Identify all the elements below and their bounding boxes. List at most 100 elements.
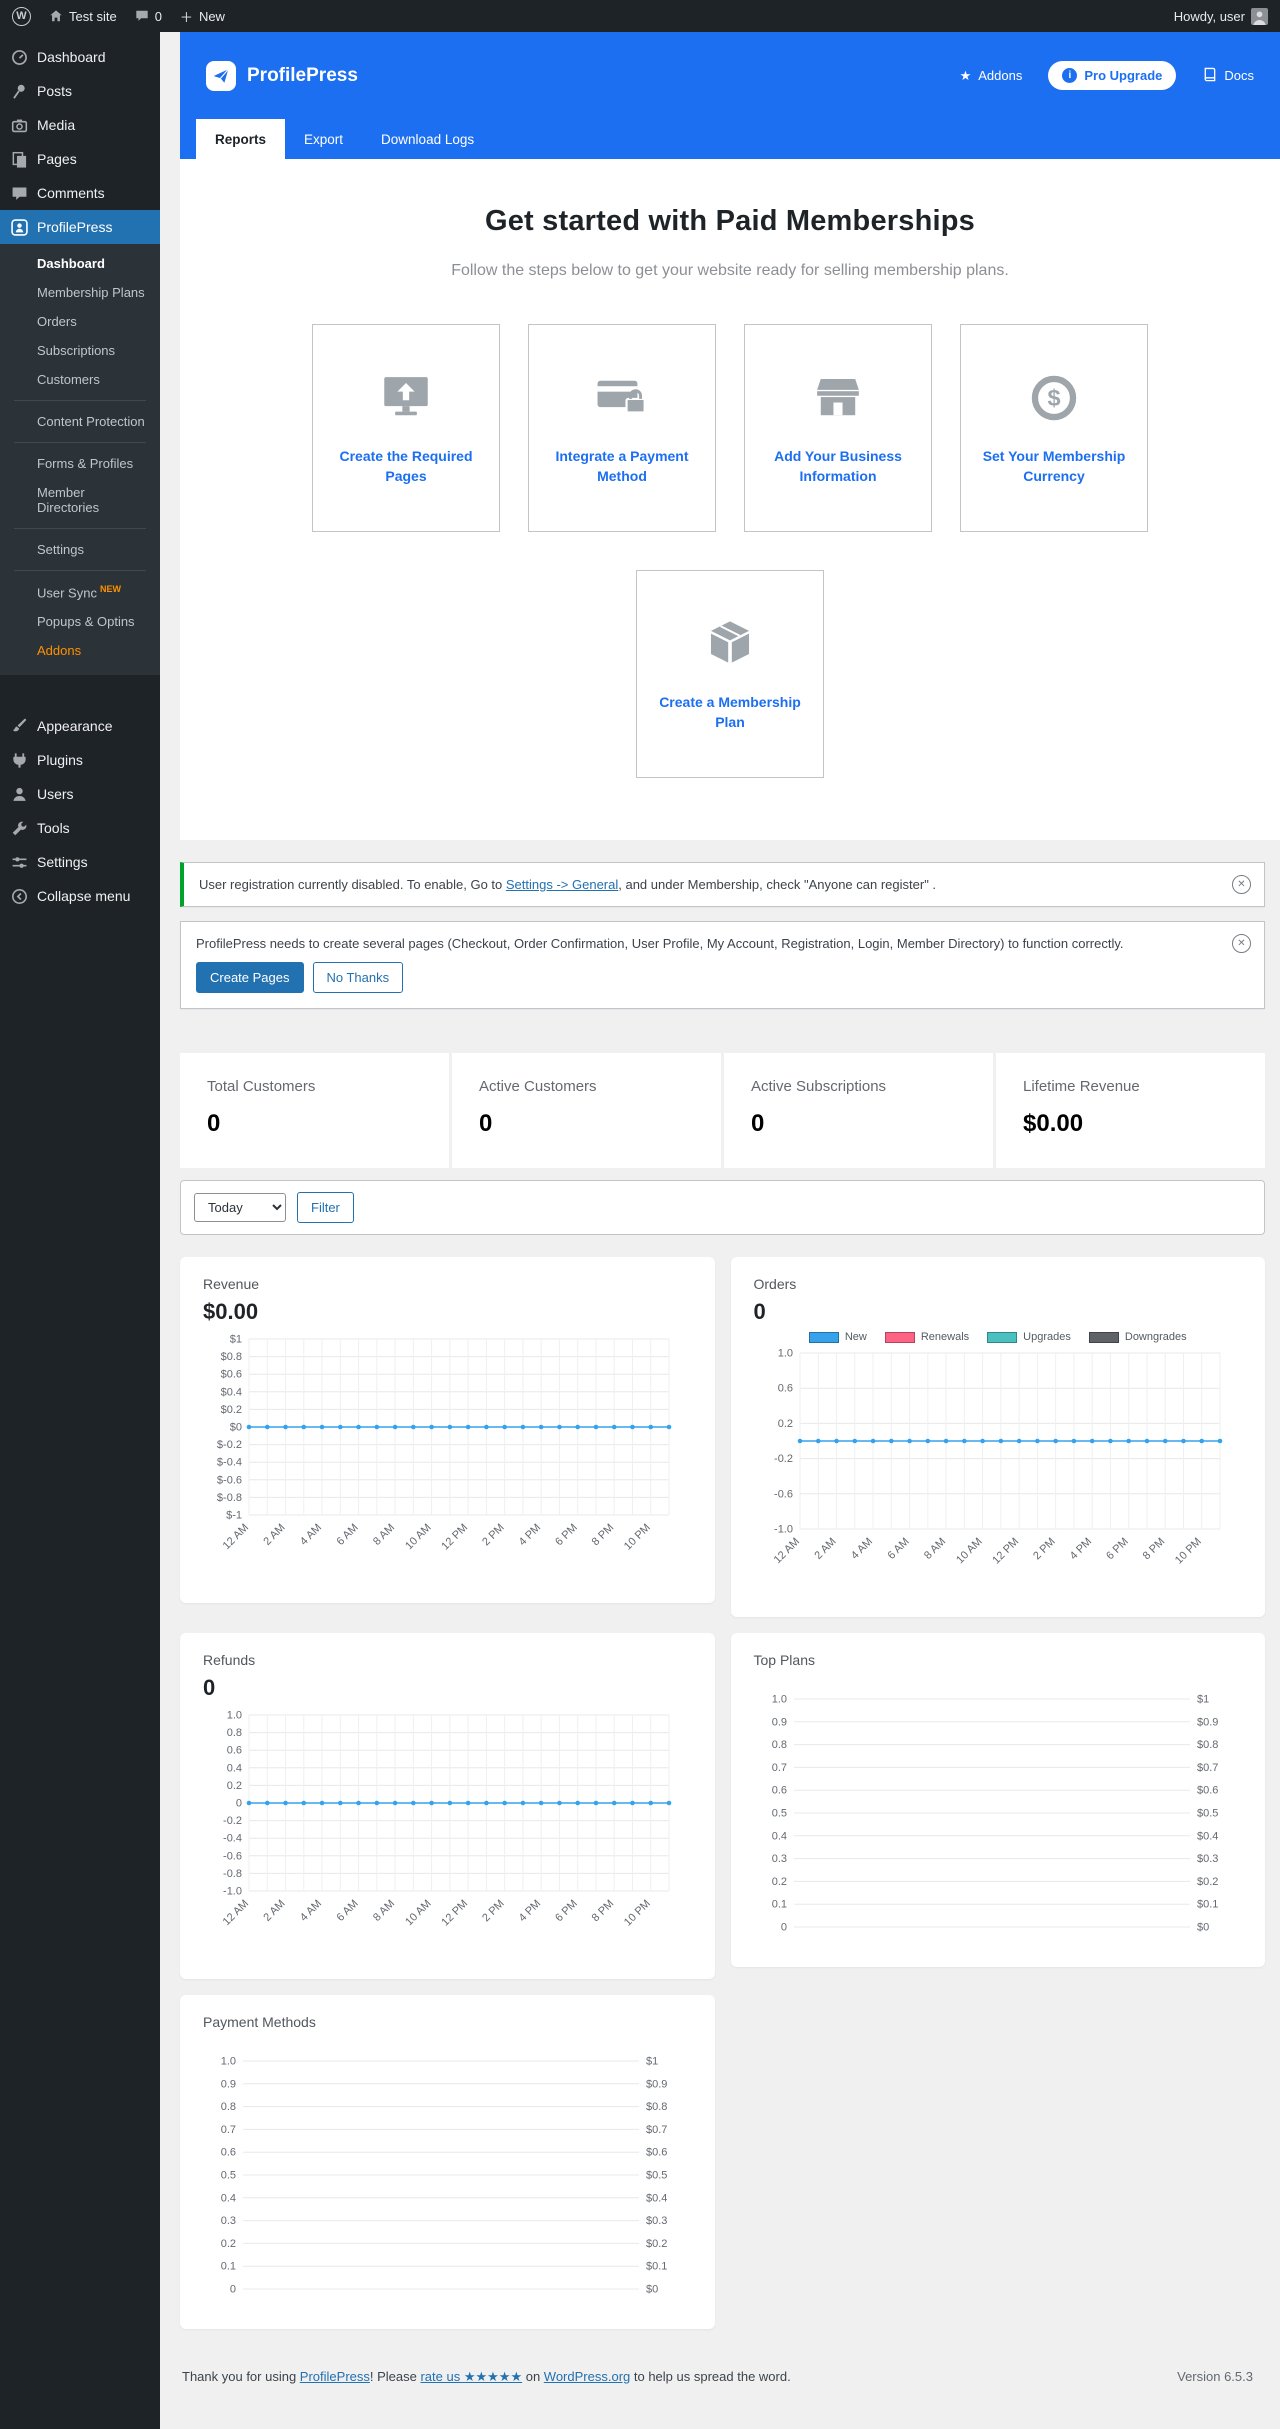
sidebar-item-posts[interactable]: Posts (0, 74, 160, 108)
svg-text:$0.4: $0.4 (1197, 1830, 1218, 1842)
submenu-item-forms-profiles[interactable]: Forms & Profiles (0, 449, 160, 478)
period-select[interactable]: Today (194, 1193, 286, 1222)
legend-item-new[interactable]: New (808, 1331, 867, 1343)
submenu-item-settings[interactable]: Settings (0, 535, 160, 564)
svg-text:6 AM: 6 AM (334, 1898, 360, 1924)
submenu-item-addons[interactable]: Addons (0, 636, 160, 665)
dismiss-notice-icon[interactable]: ✕ (1232, 934, 1251, 953)
addons-link[interactable]: ★ Addons (960, 68, 1023, 84)
sidebar-item-label: Users (37, 786, 74, 803)
new-content-menu[interactable]: ＋ New (180, 7, 225, 26)
chart-total: 0 (753, 1299, 766, 1324)
svg-text:$: $ (1047, 386, 1060, 412)
submenu-item-user-sync[interactable]: User Sync NEW (0, 577, 160, 607)
my-account-menu[interactable]: Howdy, user (1174, 7, 1268, 25)
create-pages-notice: ProfilePress needs to create several pag… (180, 921, 1265, 1009)
svg-text:0.7: 0.7 (771, 1762, 786, 1774)
svg-text:$0.2: $0.2 (221, 1404, 242, 1416)
submenu-item-customers[interactable]: Customers (0, 365, 160, 394)
payment-methods-chart: 1.0 $1 0.9 $0.9 0.8 $0.8 0.7 $0.7 0.6 $0.6 0.5 $0.5… (203, 2053, 692, 2310)
submenu-item-popups-optins[interactable]: Popups & Optins (0, 607, 160, 636)
submenu-item-content-protection[interactable]: Content Protection (0, 407, 160, 436)
chart-title: Revenue (203, 1276, 260, 1292)
sidebar-item-media[interactable]: Media (0, 108, 160, 142)
step-membership-currency[interactable]: $ Set Your Membership Currency (960, 324, 1148, 532)
legend-item-upgrades[interactable]: Upgrades (987, 1331, 1071, 1343)
settings-general-link[interactable]: Settings -> General (506, 877, 618, 892)
step-create-pages[interactable]: Create the Required Pages (312, 324, 500, 532)
dollar-circle-icon: $ (1025, 369, 1083, 427)
svg-text:1.0: 1.0 (777, 1348, 792, 1360)
sidebar-item-pages[interactable]: Pages (0, 142, 160, 176)
pro-upgrade-button[interactable]: i Pro Upgrade (1048, 61, 1177, 90)
sidebar-item-settings[interactable]: Settings (0, 845, 160, 879)
stat-lifetime-revenue: Lifetime Revenue $0.00 (996, 1053, 1265, 1168)
tab-export[interactable]: Export (285, 119, 362, 159)
legend-item-downgrades[interactable]: Downgrades (1088, 1331, 1187, 1343)
sidebar-item-profilepress[interactable]: ProfilePress (0, 210, 160, 244)
sidebar-item-users[interactable]: Users (0, 777, 160, 811)
svg-text:1.0: 1.0 (221, 2056, 236, 2068)
brand[interactable]: ProfilePress (206, 60, 358, 91)
svg-text:-0.4: -0.4 (223, 1833, 242, 1845)
sidebar-item-plugins[interactable]: Plugins (0, 743, 160, 777)
svg-text:12 AM: 12 AM (221, 1522, 252, 1553)
sidebar-item-appearance[interactable]: Appearance (0, 709, 160, 743)
home-icon (49, 9, 63, 23)
submenu-item-membership-plans[interactable]: Membership Plans (0, 278, 160, 307)
stat-active-subscriptions: Active Subscriptions 0 (724, 1053, 993, 1168)
create-pages-button[interactable]: Create Pages (196, 962, 304, 993)
svg-text:0.8: 0.8 (227, 1727, 242, 1739)
book-icon (1202, 67, 1217, 85)
sidebar-item-comments[interactable]: Comments (0, 176, 160, 210)
step-membership-plan[interactable]: Create a Membership Plan (636, 570, 824, 778)
svg-text:4 PM: 4 PM (517, 1898, 544, 1925)
svg-text:10 PM: 10 PM (622, 1522, 653, 1553)
step-business-info[interactable]: Add Your Business Information (744, 324, 932, 532)
svg-text:0.6: 0.6 (771, 1785, 786, 1797)
submenu-item-member-directories[interactable]: Member Directories (0, 478, 160, 522)
sidebar-item-label: ProfilePress (37, 219, 113, 235)
tab-download-logs[interactable]: Download Logs (362, 119, 493, 159)
sidebar-item-dashboard[interactable]: Dashboard (0, 40, 160, 74)
site-name: Test site (69, 8, 117, 24)
profilepress-header: ProfilePress ★ Addons i Pro Upgrade Docs (180, 32, 1280, 159)
dismiss-notice-icon[interactable]: ✕ (1232, 875, 1251, 894)
svg-text:0.6: 0.6 (221, 2147, 236, 2159)
sidebar-item-label: Comments (37, 185, 105, 201)
submenu-item-dashboard[interactable]: Dashboard (0, 249, 160, 278)
reports-section: User registration currently disabled. To… (180, 840, 1280, 2405)
wp-logo-menu[interactable]: W (12, 6, 31, 26)
docs-link[interactable]: Docs (1202, 67, 1254, 85)
submenu-item-orders[interactable]: Orders (0, 307, 160, 336)
sidebar-item-tools[interactable]: Tools (0, 811, 160, 845)
svg-text:0.8: 0.8 (771, 1739, 786, 1751)
rate-us-link[interactable]: rate us ★★★★★ (420, 2369, 522, 2384)
svg-text:0.2: 0.2 (771, 1876, 786, 1888)
svg-text:0.4: 0.4 (771, 1830, 786, 1842)
legend-swatch (1088, 1331, 1119, 1343)
stat-label: Active Subscriptions (751, 1078, 887, 1095)
svg-text:6 AM: 6 AM (334, 1522, 360, 1548)
svg-text:$1: $1 (230, 1334, 242, 1346)
svg-text:-0.6: -0.6 (774, 1488, 793, 1500)
collapse-menu-button[interactable]: Collapse menu (0, 879, 160, 913)
svg-text:0.4: 0.4 (227, 1762, 242, 1774)
step-payment-method[interactable]: Integrate a Payment Method (528, 324, 716, 532)
svg-text:0.5: 0.5 (221, 2170, 236, 2182)
profilepress-link[interactable]: ProfilePress (300, 2369, 370, 2384)
submenu-item-subscriptions[interactable]: Subscriptions (0, 336, 160, 365)
no-thanks-button[interactable]: No Thanks (312, 962, 404, 993)
filter-button[interactable]: Filter (297, 1192, 354, 1223)
comments-indicator[interactable]: 0 (135, 9, 162, 24)
camera-icon (10, 116, 28, 134)
legend-item-renewals[interactable]: Renewals (884, 1331, 969, 1343)
wp-admin-bar: W Test site 0 ＋ New Howdy, user (0, 0, 1280, 32)
wordpress-org-link[interactable]: WordPress.org (544, 2369, 630, 2384)
tab-reports[interactable]: Reports (196, 119, 286, 159)
svg-text:$0.3: $0.3 (1197, 1853, 1218, 1865)
brand-name: ProfilePress (247, 64, 358, 86)
orders-chart-card: Orders 0 New Renewals Upgrades Downgrades 1… (730, 1257, 1265, 1617)
svg-text:0.8: 0.8 (221, 2101, 236, 2113)
site-name-link[interactable]: Test site (49, 9, 117, 24)
